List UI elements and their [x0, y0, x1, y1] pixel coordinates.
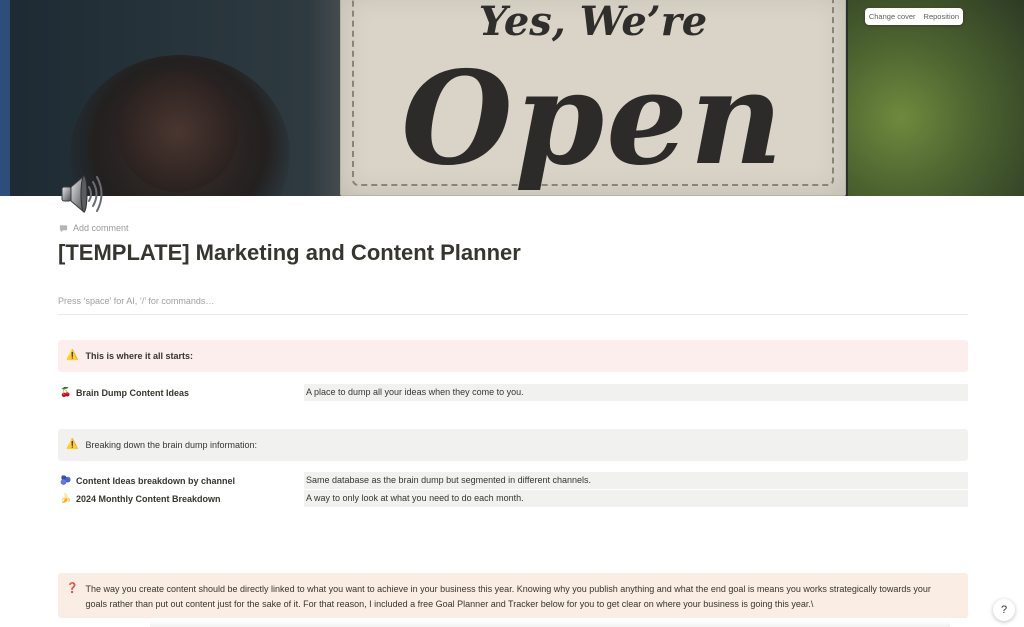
list-item: 🍒 Brain Dump Content Ideas A place to du… — [58, 384, 968, 401]
row-description: A place to dump all your ideas when they… — [304, 384, 968, 401]
page-link-title: Brain Dump Content Ideas — [76, 387, 190, 398]
warning-icon[interactable]: ⚠️ — [66, 349, 78, 363]
speaker-icon — [61, 174, 103, 214]
callout-goal-note[interactable]: ❓ The way you create content should be d… — [58, 573, 968, 618]
add-comment-label: Add comment — [73, 223, 129, 233]
reposition-button[interactable]: Reposition — [920, 8, 963, 25]
cover-sign-text-top: Yes, We’re — [478, 0, 708, 45]
page-title[interactable]: [TEMPLATE] Marketing and Content Planner — [58, 240, 521, 266]
list-item: 🍌 2024 Monthly Content Breakdown A way t… — [58, 490, 968, 507]
add-comment-button[interactable]: Add comment — [59, 223, 129, 233]
help-button[interactable]: ? — [993, 599, 1015, 621]
scroll-shadow — [150, 621, 950, 627]
row-description: Same database as the brain dump but segm… — [304, 472, 968, 489]
callout-text: This is where it all starts: — [85, 351, 193, 361]
page-link-brain-dump[interactable]: 🍒 Brain Dump Content Ideas — [60, 384, 189, 401]
cover-sign-text-open: Open — [401, 44, 785, 194]
empty-block-placeholder[interactable]: Press ‘space’ for AI, ‘/’ for commands… — [58, 296, 214, 306]
cover-image: Yes, We’re Open Change cover Reposition — [0, 0, 1024, 196]
change-cover-button[interactable]: Change cover — [865, 8, 920, 25]
page-link-title: 2024 Monthly Content Breakdown — [76, 493, 221, 504]
page-icon-speaker[interactable] — [58, 170, 104, 216]
list-item: 🫐 Content Ideas breakdown by channel Sam… — [58, 472, 968, 489]
callout-text: The way you create content should be dir… — [85, 584, 931, 609]
cherry-icon: 🍒 — [60, 387, 72, 397]
blueberries-icon: 🫐 — [60, 475, 72, 485]
row-description: A way to only look at what you need to d… — [304, 490, 968, 507]
cover-edge — [0, 0, 10, 196]
page-link-monthly-content-breakdown[interactable]: 🍌 2024 Monthly Content Breakdown — [60, 490, 221, 507]
callout-breakdown[interactable]: ⚠️ Breaking down the brain dump informat… — [58, 429, 968, 461]
warning-icon[interactable]: ⚠️ — [66, 438, 78, 452]
callout-text: Breaking down the brain dump information… — [85, 440, 258, 450]
page-link-title: Content Ideas breakdown by channel — [76, 475, 236, 486]
callout-start[interactable]: ⚠️ This is where it all starts: — [58, 340, 968, 372]
cover-foliage-blur — [848, 0, 1024, 196]
page-link-content-ideas-by-channel[interactable]: 🫐 Content Ideas breakdown by channel — [60, 472, 235, 489]
banana-icon: 🍌 — [60, 493, 72, 503]
divider — [58, 314, 968, 315]
cover-person-head-blur — [118, 72, 238, 192]
question-mark-icon[interactable]: ❓ — [66, 582, 78, 596]
comment-icon — [59, 224, 68, 232]
cover-controls: Change cover Reposition — [864, 8, 963, 25]
